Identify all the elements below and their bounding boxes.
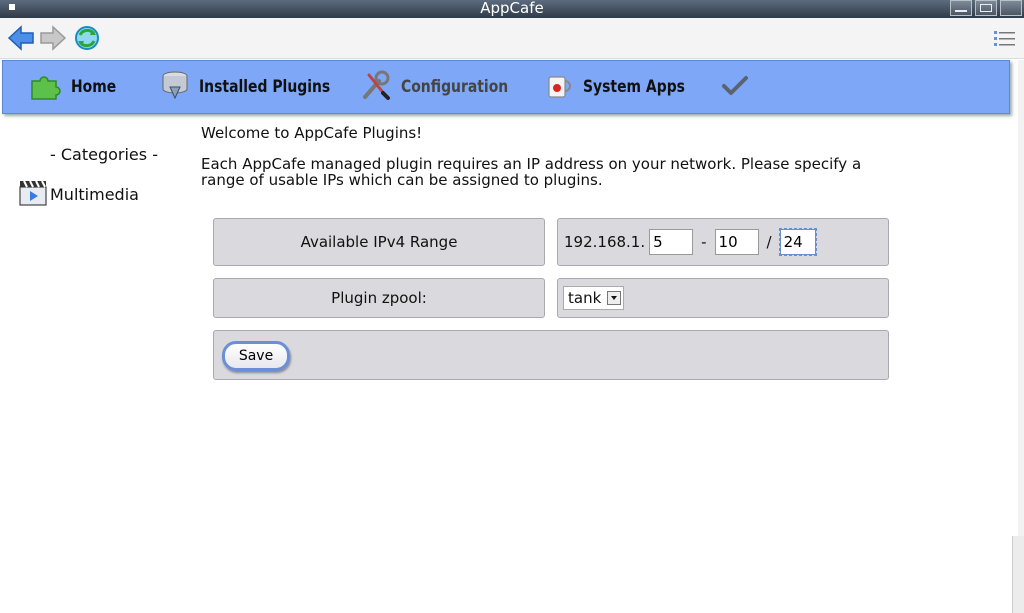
tab-configuration[interactable]: Configuration bbox=[359, 69, 532, 105]
description-text: Each AppCafe managed plugin requires an … bbox=[201, 155, 862, 189]
save-row: Save bbox=[213, 330, 889, 380]
forward-arrow-icon[interactable] bbox=[38, 22, 68, 54]
zpool-row: tank bbox=[557, 278, 889, 318]
tab-home[interactable]: Home bbox=[29, 71, 126, 103]
tab-label: Configuration bbox=[401, 77, 509, 97]
window-title: AppCafe bbox=[480, 0, 544, 17]
scroll-track bbox=[1018, 60, 1024, 536]
ip-start-input[interactable] bbox=[649, 229, 694, 255]
minimize-button[interactable] bbox=[950, 0, 972, 16]
zpool-select[interactable]: tank bbox=[563, 286, 625, 310]
save-button[interactable]: Save bbox=[222, 341, 290, 371]
title-bar: AppCafe bbox=[0, 0, 1024, 18]
tab-installed-plugins[interactable]: Installed Plugins bbox=[159, 71, 359, 103]
checkmark-icon bbox=[719, 69, 751, 105]
maximize-button[interactable] bbox=[975, 0, 997, 16]
wrench-screwdriver-icon bbox=[359, 69, 393, 105]
zpool-selected-value: tank bbox=[568, 289, 602, 307]
tab-system-apps[interactable]: System Apps bbox=[543, 71, 707, 103]
ip-prefix: 192.168.1. bbox=[564, 233, 646, 251]
toolbar bbox=[0, 18, 1024, 59]
close-button[interactable] bbox=[1000, 0, 1022, 16]
tab-bar: Home Installed Plugins Configuration Sys… bbox=[2, 60, 1010, 114]
zpool-label: Plugin zpool: bbox=[213, 278, 545, 318]
welcome-heading: Welcome to AppCafe Plugins! bbox=[201, 124, 423, 142]
scrollbar[interactable] bbox=[1012, 536, 1024, 613]
puzzle-icon bbox=[29, 69, 63, 105]
netmask-input[interactable] bbox=[778, 228, 817, 256]
category-multimedia[interactable]: Multimedia bbox=[18, 178, 139, 210]
netmask-slash: / bbox=[766, 233, 772, 251]
categories-title: - Categories - bbox=[50, 145, 158, 164]
database-download-icon bbox=[159, 69, 191, 105]
tab-checkmark[interactable] bbox=[719, 71, 751, 103]
ipv4-range-label: Available IPv4 Range bbox=[213, 218, 545, 266]
tab-label: System Apps bbox=[583, 77, 685, 97]
ipv4-range-row: 192.168.1. - / bbox=[557, 218, 889, 266]
list-menu-icon[interactable] bbox=[990, 22, 1020, 54]
refresh-icon[interactable] bbox=[72, 22, 102, 54]
ip-end-input[interactable] bbox=[714, 229, 759, 255]
chevron-down-icon[interactable] bbox=[607, 291, 622, 305]
range-dash: - bbox=[701, 233, 707, 251]
clapperboard-icon bbox=[18, 177, 48, 211]
mug-icon bbox=[543, 69, 575, 105]
category-label: Multimedia bbox=[50, 184, 139, 204]
back-arrow-icon[interactable] bbox=[6, 22, 36, 54]
tab-label: Home bbox=[71, 77, 117, 97]
tab-label: Installed Plugins bbox=[199, 77, 331, 97]
